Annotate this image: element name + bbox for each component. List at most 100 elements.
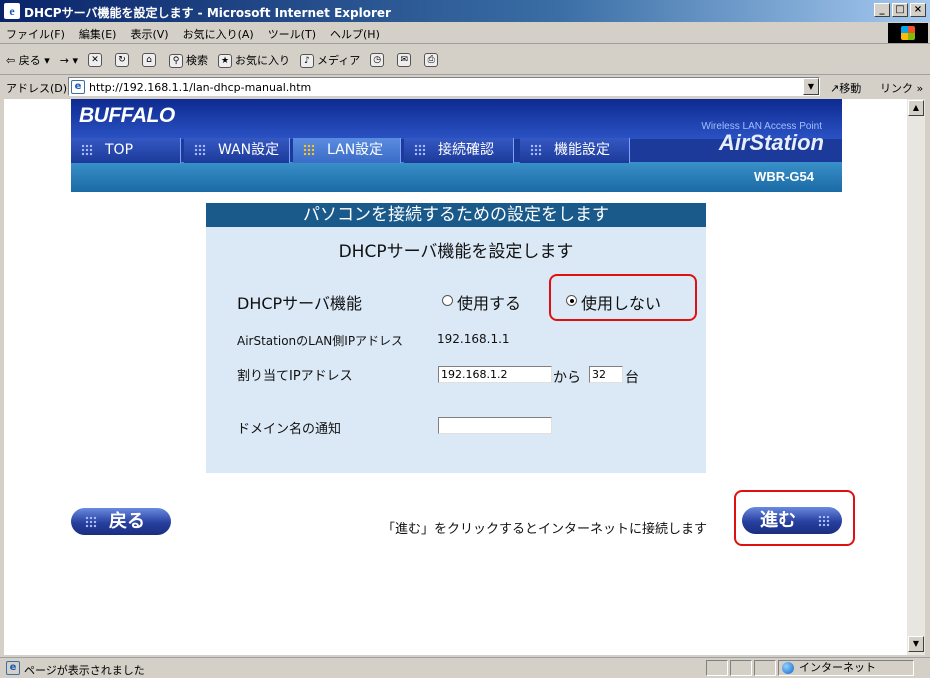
status-cell (730, 660, 752, 676)
tab-dots-icon (303, 144, 315, 156)
status-cell (706, 660, 728, 676)
windows-logo (888, 23, 928, 43)
from-text: から (553, 370, 581, 386)
dhcp-nouse-radio[interactable] (566, 295, 577, 306)
security-zone: インターネット (778, 660, 914, 676)
status-page-icon: e (6, 661, 20, 675)
domain-label: ドメイン名の通知 (237, 422, 342, 437)
lan-ip-label: AirStationのLAN側IPアドレス (237, 334, 404, 348)
address-dropdown-icon[interactable]: ▼ (803, 78, 819, 95)
links-label: リンク (880, 82, 913, 95)
refresh-icon[interactable]: ↻ (115, 53, 129, 67)
page-viewport: BUFFALO Wireless LAN Access Point AirSta… (4, 99, 907, 655)
title-bar: e DHCPサーバ機能を設定します - Microsoft Internet E… (0, 0, 930, 22)
ie-icon: e (4, 3, 20, 19)
go-label: 移動 (839, 82, 862, 95)
assign-ip-label: 割り当てIPアドレス (237, 369, 353, 384)
close-button[interactable]: × (910, 3, 926, 17)
back-label: 戻る (18, 54, 41, 67)
model-name: WBR-G54 (754, 169, 814, 184)
back-button[interactable]: 戻る (71, 508, 171, 535)
tab-label: 機能設定 (554, 142, 610, 158)
history-icon[interactable]: ◷ (370, 53, 385, 67)
tab-top[interactable]: TOP (71, 138, 181, 163)
media-button[interactable]: ♪ メディア (300, 52, 360, 68)
panel-header: パソコンを接続するための設定をします (206, 203, 706, 227)
minimize-button[interactable]: _ (874, 3, 890, 17)
menu-help[interactable]: ヘルプ(H) (330, 26, 380, 42)
search-button[interactable]: ⚲ 検索 (169, 52, 208, 68)
tab-lan[interactable]: LAN設定 (293, 138, 401, 163)
dhcp-use-radio[interactable] (442, 295, 453, 306)
assign-ip-start-input[interactable]: 192.168.1.2 (438, 366, 552, 383)
menu-view[interactable]: 表示(V) (130, 26, 168, 42)
menu-file[interactable]: ファイル(F) (6, 26, 65, 42)
assign-count-input[interactable]: 32 (589, 366, 623, 383)
mail-icon[interactable]: ✉ (397, 53, 412, 67)
dhcp-use-label[interactable]: 使用する (457, 290, 521, 314)
next-notice: 「進む」をクリックするとインターネットに接続します (382, 522, 708, 537)
tab-function-settings[interactable]: 機能設定 (520, 138, 630, 163)
globe-icon (782, 662, 794, 674)
buffalo-logo: BUFFALO (79, 104, 175, 127)
settings-panel: パソコンを接続するための設定をします DHCPサーバ機能を設定します DHCPサ… (206, 203, 706, 473)
dhcp-nouse-label[interactable]: 使用しない (581, 290, 661, 314)
maximize-button[interactable]: □ (892, 3, 908, 17)
tab-label: 接続確認 (438, 142, 494, 158)
airstation-logo: AirStation (718, 130, 824, 155)
lan-ip-value: 192.168.1.1 (437, 332, 510, 346)
tab-dots-icon (194, 144, 206, 156)
status-bar: e ページが表示されました インターネット (0, 657, 930, 678)
menu-tools[interactable]: ツール(T) (268, 26, 316, 42)
forward-arrow-icon: → (59, 53, 69, 67)
favorites-icon: ★ (218, 54, 232, 68)
vertical-scrollbar[interactable]: ▲ ▼ (907, 99, 925, 655)
menu-bar: ファイル(F) 編集(E) 表示(V) お気に入り(A) ツール(T) ヘルプ(… (0, 22, 930, 44)
window-title: DHCPサーバ機能を設定します - Microsoft Internet Exp… (24, 6, 391, 20)
unit-text: 台 (625, 370, 639, 386)
tab-dots-icon (81, 144, 93, 156)
search-icon: ⚲ (169, 54, 183, 68)
back-dots-icon (85, 516, 97, 528)
address-label: アドレス(D) (6, 82, 68, 95)
tab-wan[interactable]: WAN設定 (184, 138, 290, 163)
address-url[interactable]: http://192.168.1.1/lan-dhcp-manual.htm (89, 81, 311, 94)
stop-icon[interactable]: ✕ (88, 53, 102, 67)
links-button[interactable]: リンク » (880, 80, 923, 96)
toolbar: ⇦ 戻る ▾ → ▾ ✕ ↻ ⌂ ⚲ 検索 ★ お気に入り ♪ メディア ◷ ✉ ⎙ (0, 45, 930, 75)
search-label: 検索 (186, 54, 208, 67)
home-icon[interactable]: ⌂ (142, 53, 156, 67)
airstation-banner: BUFFALO Wireless LAN Access Point AirSta… (71, 99, 842, 192)
tab-label: LAN設定 (327, 142, 384, 158)
status-cell (754, 660, 776, 676)
menu-edit[interactable]: 編集(E) (79, 26, 117, 42)
forward-nav-button[interactable]: → ▾ (60, 54, 78, 67)
menu-favorites[interactable]: お気に入り(A) (183, 26, 254, 42)
windows-flag-icon (901, 26, 915, 40)
scroll-up-icon[interactable]: ▲ (908, 100, 924, 116)
back-arrow-icon: ⇦ (6, 54, 16, 67)
panel-subtitle: DHCPサーバ機能を設定します (338, 242, 574, 262)
address-bar: アドレス(D) e http://192.168.1.1/lan-dhcp-ma… (0, 76, 930, 98)
favorites-label: お気に入り (235, 54, 290, 67)
print-icon[interactable]: ⎙ (424, 53, 439, 67)
zone-label: インターネット (799, 661, 876, 674)
tab-connection-check[interactable]: 接続確認 (404, 138, 514, 163)
tab-dots-icon (414, 144, 426, 156)
tab-label: WAN設定 (218, 142, 280, 158)
domain-input[interactable] (438, 417, 552, 434)
scroll-down-icon[interactable]: ▼ (908, 636, 924, 652)
tab-bar: TOP WAN設定 LAN設定 接続確認 機能設定 (71, 138, 631, 163)
next-highlight (734, 490, 855, 546)
tab-label: TOP (105, 142, 134, 158)
media-icon: ♪ (300, 54, 314, 68)
dhcp-label: DHCPサーバ機能 (237, 294, 363, 313)
address-input[interactable]: e http://192.168.1.1/lan-dhcp-manual.htm… (68, 77, 820, 96)
favorites-button[interactable]: ★ お気に入り (218, 52, 290, 68)
back-button-label: 戻る (109, 511, 145, 532)
back-nav-button[interactable]: ⇦ 戻る ▾ (6, 52, 50, 68)
status-text: ページが表示されました (24, 664, 145, 677)
go-button[interactable]: ↗移動 (830, 80, 861, 96)
tab-dots-icon (530, 144, 542, 156)
banner-strip (71, 162, 842, 192)
